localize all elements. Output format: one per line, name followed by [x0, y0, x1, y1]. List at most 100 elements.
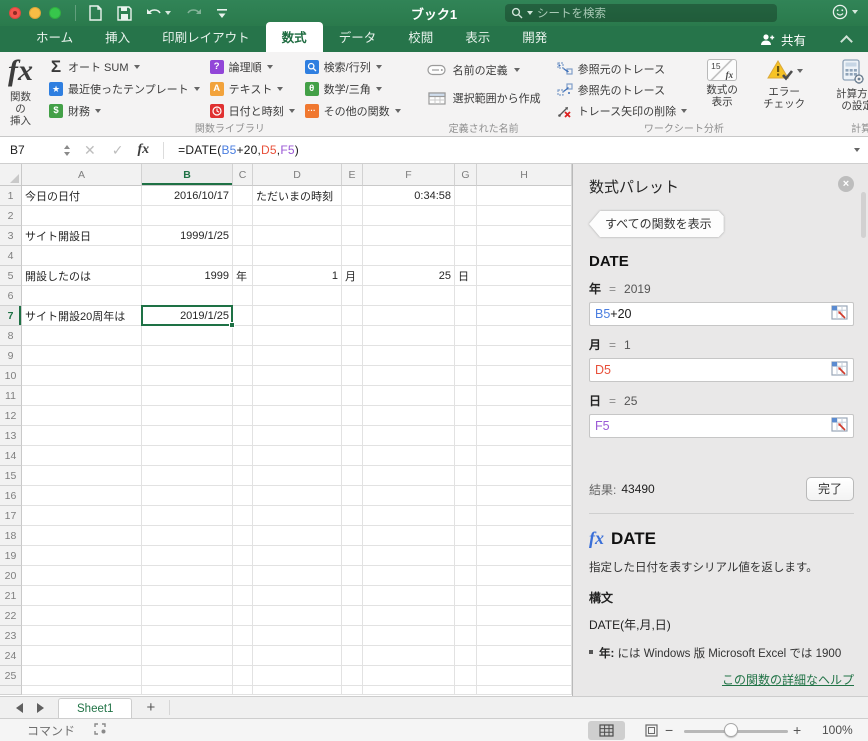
- row-header-20[interactable]: 20: [0, 566, 22, 586]
- cell-F17[interactable]: [363, 506, 455, 526]
- cell-C12[interactable]: [233, 406, 253, 426]
- cell-B17[interactable]: [142, 506, 233, 526]
- cell-B3[interactable]: 1999/1/25: [142, 226, 233, 246]
- cell-A17[interactable]: [22, 506, 142, 526]
- panel-scrollbar[interactable]: [861, 192, 866, 238]
- cell-D23[interactable]: [253, 626, 342, 646]
- next-sheet-icon[interactable]: [37, 702, 44, 713]
- normal-view-button[interactable]: [588, 720, 625, 740]
- cell-B22[interactable]: [142, 606, 233, 626]
- cell-G10[interactable]: [455, 366, 477, 386]
- cell-H12[interactable]: [477, 406, 572, 426]
- search-box[interactable]: シートを検索: [505, 4, 777, 22]
- cell-E20[interactable]: [342, 566, 363, 586]
- range-selector-icon[interactable]: [831, 417, 848, 435]
- cell-C6[interactable]: [233, 286, 253, 306]
- column-header-H[interactable]: H: [477, 164, 572, 186]
- done-button[interactable]: 完了: [805, 477, 854, 501]
- cell-B23[interactable]: [142, 626, 233, 646]
- cell-C20[interactable]: [233, 566, 253, 586]
- cell-D13[interactable]: [253, 426, 342, 446]
- row-header-2[interactable]: 2: [0, 206, 22, 226]
- cell-H6[interactable]: [477, 286, 572, 306]
- cell-C4[interactable]: [233, 246, 253, 266]
- cell-C3[interactable]: [233, 226, 253, 246]
- date-time-button[interactable]: 日付と時刻: [209, 100, 295, 122]
- logical-button[interactable]: ? 論理順: [209, 56, 295, 78]
- cell-B13[interactable]: [142, 426, 233, 446]
- cell-F23[interactable]: [363, 626, 455, 646]
- cell-E14[interactable]: [342, 446, 363, 466]
- cell-D2[interactable]: [253, 206, 342, 226]
- cell-E16[interactable]: [342, 486, 363, 506]
- save-icon[interactable]: [117, 5, 132, 21]
- cell-H13[interactable]: [477, 426, 572, 446]
- name-box[interactable]: B7: [0, 143, 62, 157]
- cell-H9[interactable]: [477, 346, 572, 366]
- cell-F11[interactable]: [363, 386, 455, 406]
- cell-F25[interactable]: [363, 666, 455, 686]
- cell-D3[interactable]: [253, 226, 342, 246]
- cell-A3[interactable]: サイト開設日: [22, 226, 142, 246]
- cell-C8[interactable]: [233, 326, 253, 346]
- financial-button[interactable]: $ 財務: [49, 100, 200, 122]
- cell-A13[interactable]: [22, 426, 142, 446]
- row-header-9[interactable]: 9: [0, 346, 22, 366]
- cell-B25[interactable]: [142, 666, 233, 686]
- cell-A18[interactable]: [22, 526, 142, 546]
- cell-H7[interactable]: [477, 306, 572, 326]
- cell-B4[interactable]: [142, 246, 233, 266]
- cell-F6[interactable]: [363, 286, 455, 306]
- cell-F4[interactable]: [363, 246, 455, 266]
- zoom-in-button[interactable]: +: [793, 719, 801, 741]
- text-button[interactable]: A テキスト: [209, 78, 295, 100]
- show-all-functions-button[interactable]: すべての関数を表示: [589, 211, 724, 237]
- cell-E7[interactable]: [342, 306, 363, 326]
- name-box-stepper[interactable]: [64, 144, 70, 156]
- autosum-button[interactable]: Σ オート SUM: [49, 56, 200, 78]
- cell-B15[interactable]: [142, 466, 233, 486]
- ribbon-tab[interactable]: ホーム: [20, 22, 89, 52]
- fill-handle[interactable]: [229, 322, 235, 328]
- row-header-11[interactable]: 11: [0, 386, 22, 406]
- cell-G18[interactable]: [455, 526, 477, 546]
- row-header-14[interactable]: 14: [0, 446, 22, 466]
- cell-H23[interactable]: [477, 626, 572, 646]
- cell-B18[interactable]: [142, 526, 233, 546]
- cell-E4[interactable]: [342, 246, 363, 266]
- close-window-button[interactable]: [9, 7, 21, 19]
- cell-D16[interactable]: [253, 486, 342, 506]
- cell-F10[interactable]: [363, 366, 455, 386]
- cell-A15[interactable]: [22, 466, 142, 486]
- cell-E23[interactable]: [342, 626, 363, 646]
- create-from-selection-button[interactable]: 選択範囲から作成: [427, 90, 541, 106]
- trace-precedents-button[interactable]: 参照元のトレース: [557, 58, 687, 79]
- cell-G24[interactable]: [455, 646, 477, 666]
- cell-A6[interactable]: [22, 286, 142, 306]
- cell-G6[interactable]: [455, 286, 477, 306]
- cell-F8[interactable]: [363, 326, 455, 346]
- cell-B1[interactable]: 2016/10/17: [142, 186, 233, 206]
- cell-F14[interactable]: [363, 446, 455, 466]
- cell-G3[interactable]: [455, 226, 477, 246]
- cell-C25[interactable]: [233, 666, 253, 686]
- cell-E12[interactable]: [342, 406, 363, 426]
- cell-F7[interactable]: [363, 306, 455, 326]
- expand-formula-bar-icon[interactable]: [854, 148, 860, 152]
- cell-D9[interactable]: [253, 346, 342, 366]
- cell-C22[interactable]: [233, 606, 253, 626]
- cell-A8[interactable]: [22, 326, 142, 346]
- row-header-4[interactable]: 4: [0, 246, 22, 266]
- cell-C14[interactable]: [233, 446, 253, 466]
- cell-F19[interactable]: [363, 546, 455, 566]
- cell-D14[interactable]: [253, 446, 342, 466]
- cell-G1[interactable]: [455, 186, 477, 206]
- cell-G19[interactable]: [455, 546, 477, 566]
- cell-B20[interactable]: [142, 566, 233, 586]
- cell-C18[interactable]: [233, 526, 253, 546]
- show-formulas-button[interactable]: 15 fx 数式の 表示: [695, 56, 749, 122]
- cell-C19[interactable]: [233, 546, 253, 566]
- cell-G5[interactable]: 日: [455, 266, 477, 286]
- collapse-ribbon-icon[interactable]: [842, 35, 850, 43]
- fullscreen-window-button[interactable]: [49, 7, 61, 19]
